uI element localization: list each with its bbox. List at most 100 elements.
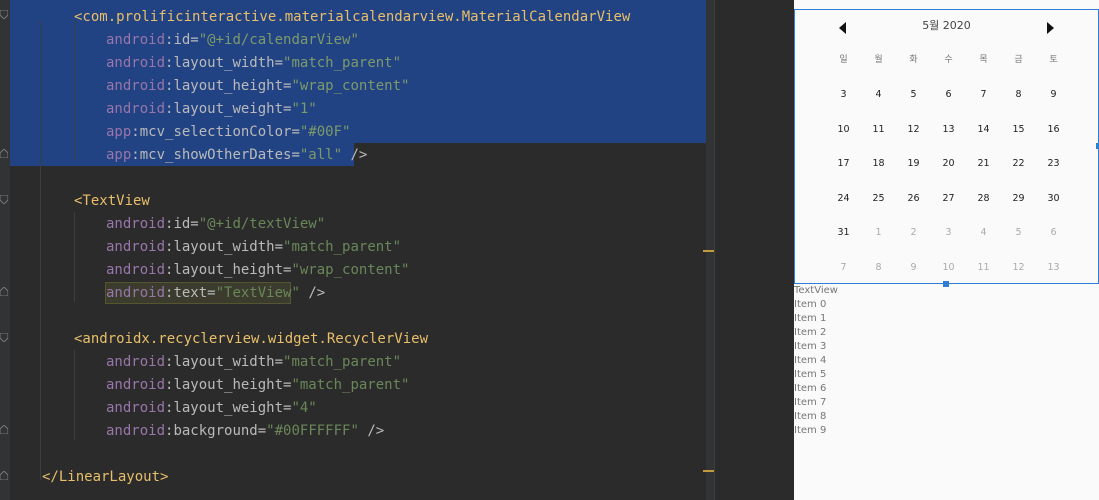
calendar-day[interactable]: 4 [861,87,896,103]
calendar-day[interactable]: 4 [966,225,1001,241]
code-token: android [106,354,166,370]
calendar-day[interactable]: 23 [1036,156,1071,172]
calendar-day[interactable]: 6 [1036,225,1071,241]
weekday-row: 일 월 화 수 목 금 토 [826,52,1071,68]
calendar-day[interactable]: 25 [861,191,896,207]
code-line[interactable]: android:id="@+id/textView" [106,213,325,236]
code-token: :id= [165,32,199,48]
code-line[interactable]: android:layout_weight="1" [106,98,317,121]
calendar-day[interactable]: 14 [966,122,1001,138]
panel-divider[interactable] [714,0,740,500]
previous-month-icon[interactable] [839,22,846,34]
code-token: <androidx.recyclerview.widget.RecyclerVi… [74,331,429,347]
code-token: :background= [165,423,267,439]
code-line[interactable]: </LinearLayout> [42,466,168,489]
calendar-day[interactable]: 3 [826,87,861,103]
calendar-day[interactable]: 11 [966,260,1001,276]
calendar-day[interactable]: 19 [896,156,931,172]
calendar-day[interactable]: 18 [861,156,896,172]
calendar-day[interactable]: 30 [1036,191,1071,207]
code-line[interactable]: android:background="#00FFFFFF" /> [106,420,384,443]
code-line[interactable]: <com.prolificinteractive.materialcalenda… [74,6,630,29]
code-token: "#00FFFFFF" [266,423,359,439]
code-editor[interactable]: <com.prolificinteractive.materialcalenda… [0,0,714,500]
code-line[interactable]: app:mcv_selectionColor="#00F" [106,121,350,144]
editor-gutter[interactable] [0,0,10,500]
calendar-day[interactable]: 8 [861,260,896,276]
indent-guide [74,20,75,160]
code-token: <TextView [74,193,150,209]
calendar-week: 3456789 [826,87,1071,103]
code-token: "#00F" [299,124,351,140]
fold-marker-icon[interactable] [0,425,8,434]
code-token: android [106,55,166,71]
calendar-day[interactable]: 24 [826,191,861,207]
code-line[interactable]: <TextView [74,190,150,213]
list-item: Item 2 [794,327,827,338]
calendar-day[interactable]: 15 [1001,122,1036,138]
calendar-day[interactable]: 13 [931,122,966,138]
calendar-day[interactable]: 12 [896,122,931,138]
calendar-day[interactable]: 6 [931,87,966,103]
weekday-label: 목 [979,55,988,65]
weekday-label: 토 [1049,55,1058,65]
calendar-day[interactable]: 29 [1001,191,1036,207]
calendar-day[interactable]: 9 [896,260,931,276]
code-token: android [106,101,166,117]
warning-marker[interactable] [703,250,714,252]
code-line[interactable]: android:layout_height="wrap_content" [106,259,409,282]
list-item: Item 7 [794,397,827,408]
code-line[interactable]: android:layout_width="match_parent" [106,52,401,75]
calendar-day[interactable]: 11 [861,122,896,138]
list-item: Item 8 [794,411,827,422]
list-item: Item 4 [794,355,827,366]
code-line[interactable]: android:layout_width="match_parent" [106,351,401,374]
code-line[interactable]: android:layout_width="match_parent" [106,236,401,259]
code-token: app [106,124,132,140]
calendar-day[interactable]: 31 [826,225,861,241]
code-line[interactable]: android:layout_weight="4" [106,397,317,420]
calendar-day[interactable]: 28 [966,191,1001,207]
warning-marker[interactable] [703,470,714,472]
calendar-view[interactable]: 5월 2020 일 월 화 수 목 금 토 3 4 5 6 7 8 9 10 11 12 13 14 1… [794,9,1099,284]
calendar-day[interactable]: 5 [896,87,931,103]
calendar-day[interactable]: 1 [861,225,896,241]
code-line[interactable]: <androidx.recyclerview.widget.RecyclerVi… [74,328,428,351]
fold-marker-icon[interactable] [0,195,8,204]
code-token: </LinearLayout> [42,469,169,485]
calendar-day[interactable]: 27 [931,191,966,207]
calendar-day[interactable]: 10 [931,260,966,276]
calendar-day[interactable]: 13 [1036,260,1071,276]
calendar-day[interactable]: 10 [826,122,861,138]
calendar-day[interactable]: 12 [1001,260,1036,276]
calendar-day[interactable]: 16 [1036,122,1071,138]
fold-marker-icon[interactable] [0,471,8,480]
weekday-label: 월 [874,55,883,65]
layout-preview[interactable]: 5월 2020 일 월 화 수 목 금 토 3 4 5 6 7 8 9 10 11 12 13 14 1… [794,0,1099,500]
calendar-day[interactable]: 26 [896,191,931,207]
calendar-day[interactable]: 2 [896,225,931,241]
next-month-icon[interactable] [1047,22,1054,34]
code-line[interactable]: android:layout_height="match_parent" [106,374,409,397]
calendar-day[interactable]: 3 [931,225,966,241]
code-token: /> [299,285,326,301]
code-line[interactable]: android:layout_height="wrap_content" [106,75,409,98]
calendar-day[interactable]: 21 [966,156,1001,172]
calendar-day[interactable]: 8 [1001,87,1036,103]
calendar-day[interactable]: 9 [1036,87,1071,103]
fold-marker-icon[interactable] [0,149,8,158]
fold-marker-icon[interactable] [0,333,8,342]
code-line[interactable]: app:mcv_showOtherDates="all" /> [106,144,367,167]
code-line[interactable]: android:text="TextView" /> [106,282,325,305]
calendar-day[interactable]: 20 [931,156,966,172]
fold-marker-icon[interactable] [0,287,8,296]
code-line[interactable]: android:id="@+id/calendarView" [106,29,359,52]
fold-marker-icon[interactable] [0,10,8,19]
code-token: app [106,147,132,163]
calendar-day[interactable]: 7 [966,87,1001,103]
calendar-day[interactable]: 17 [826,156,861,172]
list-item: Item 6 [794,383,827,394]
calendar-day[interactable]: 7 [826,260,861,276]
calendar-day[interactable]: 22 [1001,156,1036,172]
calendar-day[interactable]: 5 [1001,225,1036,241]
